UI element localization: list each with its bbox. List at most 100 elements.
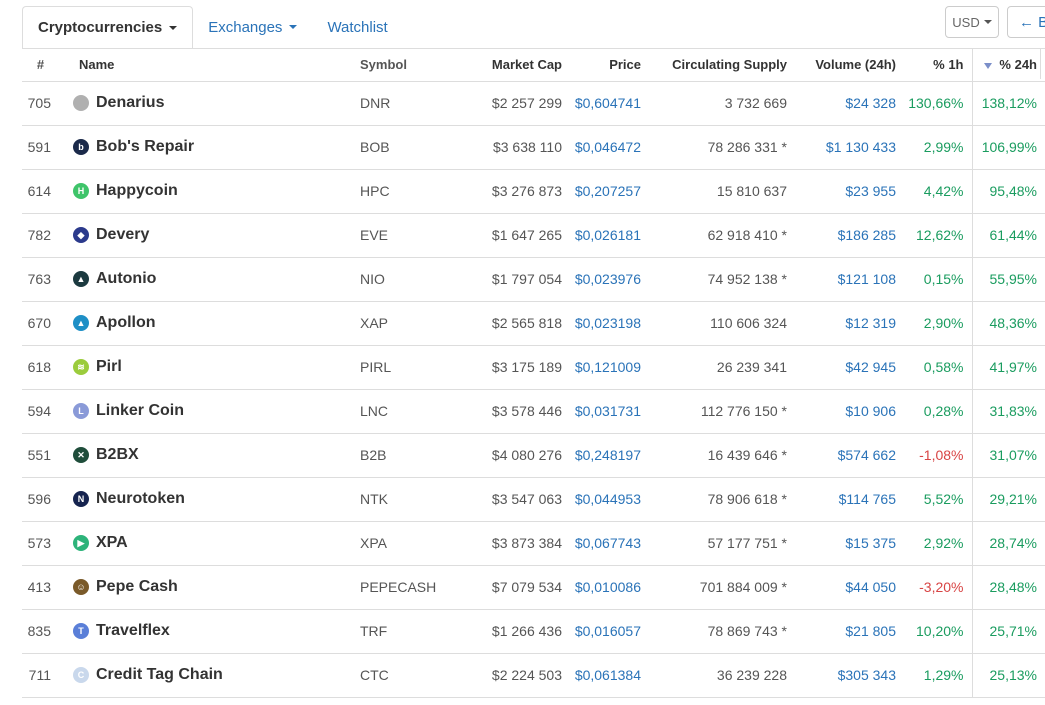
table-row[interactable]: 573 ▶ XPA XPA $3 873 384 $0,067743 57 177 751 …	[22, 521, 1045, 565]
table-row[interactable]: 551 ✕ B2BX B2B $4 080 276 $0,248197 16 439 646…	[22, 433, 1045, 477]
name-cell[interactable]: ▲ Apollon	[59, 301, 360, 345]
table-row[interactable]: 594 L Linker Coin LNC $3 578 446 $0,031731 112…	[22, 389, 1045, 433]
volume-link[interactable]: $574 662	[795, 433, 904, 477]
symbol-cell: NTK	[360, 491, 388, 507]
volume-link[interactable]: $23 955	[795, 169, 904, 213]
coin-name-link[interactable]: Denarius	[96, 94, 164, 112]
name-cell[interactable]: b Bob's Repair	[59, 125, 360, 169]
volume-link[interactable]: $305 343	[795, 653, 904, 697]
nav-tabs: Cryptocurrencies Exchanges Watchlist	[22, 6, 403, 49]
symbol-cell: XPA	[360, 535, 387, 551]
coin-name-link[interactable]: B2BX	[96, 446, 139, 464]
coin-name-link[interactable]: Travelflex	[96, 622, 170, 640]
col-header-volume[interactable]: Volume (24h)	[795, 49, 904, 82]
name-cell[interactable]: ✕ B2BX	[59, 433, 360, 477]
table-row[interactable]: 835 T Travelflex TRF $1 266 436 $0,016057 78 8…	[22, 609, 1045, 653]
col-header-price[interactable]: Price	[570, 49, 649, 82]
price-link[interactable]: $0,046472	[570, 125, 649, 169]
price-link[interactable]: $0,067743	[570, 521, 649, 565]
col-header-name[interactable]: Name	[59, 49, 360, 82]
coin-name-link[interactable]: Credit Tag Chain	[96, 666, 223, 684]
col-header-market-cap[interactable]: Market Cap	[472, 49, 570, 82]
name-cell[interactable]: H Happycoin	[59, 169, 360, 213]
price-link[interactable]: $0,023976	[570, 257, 649, 301]
volume-link[interactable]: $44 050	[795, 565, 904, 609]
table-row[interactable]: 614 H Happycoin HPC $3 276 873 $0,207257 15 81…	[22, 169, 1045, 213]
name-cell[interactable]: Denarius	[59, 81, 360, 125]
price-link[interactable]: $0,023198	[570, 301, 649, 345]
tab-cryptocurrencies[interactable]: Cryptocurrencies	[22, 6, 194, 49]
back-button[interactable]: ← B	[1007, 6, 1045, 38]
table-row[interactable]: 618 ≋ Pirl PIRL $3 175 189 $0,121009 26 239 34…	[22, 345, 1045, 389]
name-cell[interactable]: ☺ Pepe Cash	[59, 565, 360, 609]
table-row[interactable]: 596 N Neurotoken NTK $3 547 063 $0,044953 78 9…	[22, 477, 1045, 521]
table-row[interactable]: 591 b Bob's Repair BOB $3 638 110 $0,046472 78…	[22, 125, 1045, 169]
market-cap-cell: $1 266 436	[491, 623, 562, 639]
volume-link[interactable]: $21 805	[795, 609, 904, 653]
price-link[interactable]: $0,207257	[570, 169, 649, 213]
col-header-rank[interactable]: #	[22, 49, 59, 82]
coin-name-link[interactable]: Neurotoken	[96, 490, 185, 508]
coin-name-link[interactable]: Autonio	[96, 270, 156, 288]
volume-link[interactable]: $12 319	[795, 301, 904, 345]
coin-name-link[interactable]: XPA	[96, 534, 128, 552]
rank-cell: 573	[27, 535, 51, 551]
price-link[interactable]: $0,248197	[570, 433, 649, 477]
name-cell[interactable]: C Credit Tag Chain	[59, 653, 360, 697]
tab-label: Watchlist	[327, 18, 388, 36]
price-link[interactable]: $0,121009	[570, 345, 649, 389]
table-row[interactable]: 413 ☺ Pepe Cash PEPECASH $7 079 534 $0,010086…	[22, 565, 1045, 609]
coin-name-link[interactable]: Bob's Repair	[96, 138, 194, 156]
col-header-change-1h[interactable]: % 1h	[904, 49, 972, 82]
devery-icon: ◆	[73, 227, 89, 243]
change-1h-cell: 0,58%	[923, 359, 964, 375]
table-row[interactable]: 711 C Credit Tag Chain CTC $2 224 503 $0,0613…	[22, 653, 1045, 697]
tab-exchanges[interactable]: Exchanges	[193, 6, 312, 48]
name-cell[interactable]: T Travelflex	[59, 609, 360, 653]
price-link[interactable]: $0,026181	[570, 213, 649, 257]
col-header-change-24h[interactable]: % 24h	[971, 49, 1045, 82]
currency-value: USD	[952, 14, 980, 30]
volume-link[interactable]: $24 328	[795, 81, 904, 125]
coin-name-link[interactable]: Pirl	[96, 358, 122, 376]
volume-link[interactable]: $114 765	[795, 477, 904, 521]
market-cap-cell: $3 638 110	[492, 139, 562, 155]
name-cell[interactable]: L Linker Coin	[59, 389, 360, 433]
rank-cell: 670	[27, 315, 51, 331]
col-header-symbol[interactable]: Symbol	[360, 49, 472, 82]
tab-watchlist[interactable]: Watchlist	[312, 6, 402, 48]
price-link[interactable]: $0,061384	[570, 653, 649, 697]
name-cell[interactable]: ▶ XPA	[59, 521, 360, 565]
price-link[interactable]: $0,016057	[570, 609, 649, 653]
table-row[interactable]: 763 ▲ Autonio NIO $1 797 054 $0,023976 74 952 …	[22, 257, 1045, 301]
market-cap-cell: $1 647 265	[491, 227, 562, 243]
name-cell[interactable]: ≋ Pirl	[59, 345, 360, 389]
coin-name-link[interactable]: Pepe Cash	[96, 578, 178, 596]
name-cell[interactable]: ◆ Devery	[59, 213, 360, 257]
rank-cell: 835	[27, 623, 51, 639]
price-link[interactable]: $0,604741	[570, 81, 649, 125]
currency-select[interactable]: USD	[945, 6, 999, 38]
volume-link[interactable]: $10 906	[795, 389, 904, 433]
volume-link[interactable]: $121 108	[795, 257, 904, 301]
volume-link[interactable]: $186 285	[795, 213, 904, 257]
name-cell[interactable]: ▲ Autonio	[59, 257, 360, 301]
price-link[interactable]: $0,031731	[570, 389, 649, 433]
col-header-circulating-supply[interactable]: Circulating Supply	[649, 49, 795, 82]
coin-name-link[interactable]: Devery	[96, 226, 149, 244]
table-row[interactable]: 670 ▲ Apollon XAP $2 565 818 $0,023198 110 606…	[22, 301, 1045, 345]
rank-cell: 591	[27, 139, 51, 155]
volume-link[interactable]: $15 375	[795, 521, 904, 565]
coin-name-link[interactable]: Apollon	[96, 314, 156, 332]
volume-link[interactable]: $42 945	[795, 345, 904, 389]
coin-name-link[interactable]: Linker Coin	[96, 402, 184, 420]
price-link[interactable]: $0,044953	[570, 477, 649, 521]
name-cell[interactable]: N Neurotoken	[59, 477, 360, 521]
price-link[interactable]: $0,010086	[570, 565, 649, 609]
sort-desc-icon	[984, 62, 993, 69]
volume-link[interactable]: $1 130 433	[795, 125, 904, 169]
coin-name-link[interactable]: Happycoin	[96, 182, 178, 200]
table-row[interactable]: 782 ◆ Devery EVE $1 647 265 $0,026181 62 918 4…	[22, 213, 1045, 257]
table-row[interactable]: 705 Denarius DNR $2 257 299 $0,604741 3 732 6…	[22, 81, 1045, 125]
travelflex-icon: T	[73, 623, 89, 639]
